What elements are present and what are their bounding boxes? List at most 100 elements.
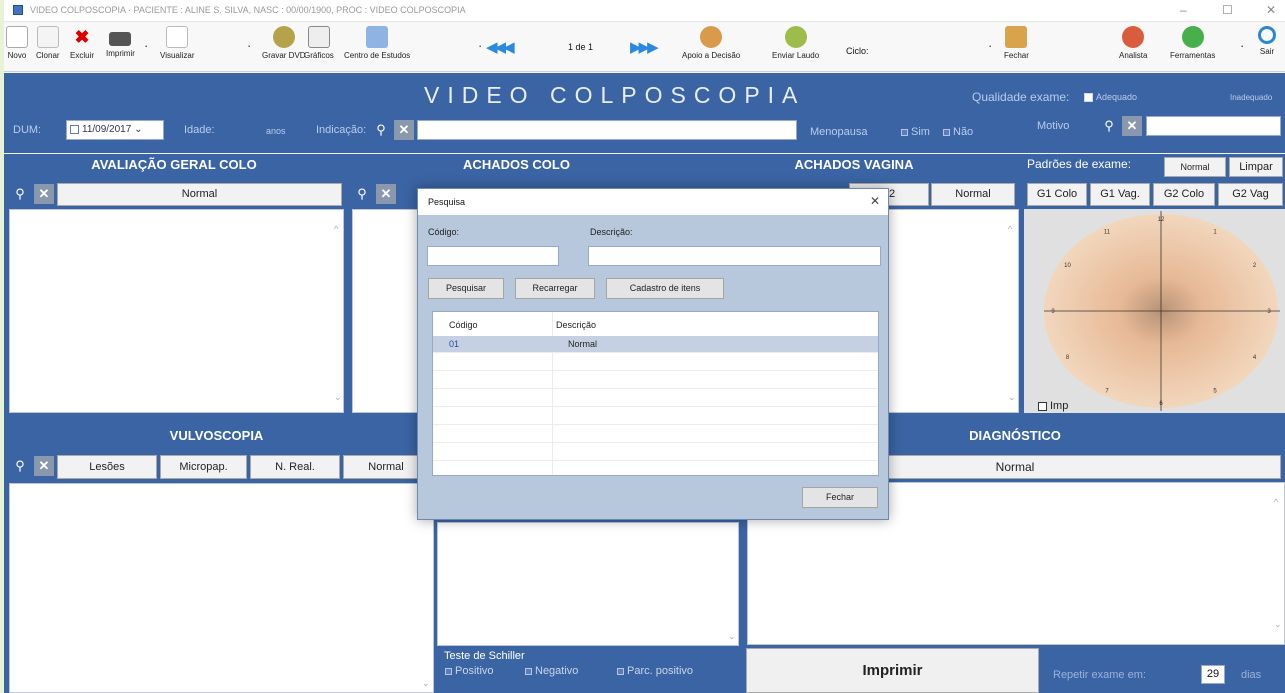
- padroes-label: Padrões de exame:: [1027, 157, 1132, 171]
- clear-icon[interactable]: ✕: [376, 184, 396, 204]
- study-center-icon: [366, 26, 389, 48]
- motivo-label: Motivo: [1037, 120, 1070, 132]
- maximize-button[interactable]: ☐: [1222, 3, 1233, 17]
- tab-g2-colo[interactable]: G2 Colo: [1153, 183, 1215, 206]
- excluir-button[interactable]: ✖ Excluir: [70, 26, 94, 60]
- novo-button[interactable]: Novo: [6, 26, 28, 60]
- clonar-button[interactable]: Clonar: [36, 26, 60, 60]
- dropdown-dot[interactable]: ·: [1240, 38, 1244, 53]
- clear-icon[interactable]: ✕: [34, 184, 54, 204]
- descricao-input[interactable]: [588, 246, 881, 266]
- schiller-positivo-radio[interactable]: Positivo: [442, 665, 494, 677]
- new-document-icon: [6, 26, 28, 48]
- anos-label: anos: [266, 126, 286, 136]
- search-icon[interactable]: ⚲: [371, 120, 391, 140]
- achados-text-area[interactable]: ⌄: [437, 522, 739, 646]
- dias-label: dias: [1241, 669, 1262, 681]
- menopausa-label: Menopausa: [810, 126, 868, 138]
- schiller-parcial-radio[interactable]: Parc. positivo: [614, 665, 693, 677]
- decision-support-icon: [700, 26, 723, 48]
- codigo-input[interactable]: [427, 246, 559, 266]
- dvd-icon: [272, 26, 295, 48]
- tab-lesoes[interactable]: Lesões: [57, 455, 157, 479]
- tools-icon: [1181, 26, 1204, 48]
- adequado-checkbox[interactable]: Adequado: [1084, 92, 1137, 103]
- gravar-dvd-button[interactable]: Gravar DVD: [262, 26, 306, 60]
- page-title: VIDEO COLPOSCOPIA: [424, 82, 806, 108]
- search-icon[interactable]: ⚲: [1099, 116, 1119, 136]
- ferramentas-button[interactable]: Ferramentas: [1170, 26, 1215, 60]
- apoio-decisao-button[interactable]: Apoio a Decisão: [682, 26, 740, 60]
- centro-estudos-button[interactable]: Centro de Estudos: [344, 26, 410, 60]
- dropdown-dot[interactable]: ·: [144, 38, 148, 53]
- first-page-icon[interactable]: ◀◀◀: [486, 38, 515, 56]
- clear-icon[interactable]: ✕: [34, 456, 54, 476]
- search-icon[interactable]: ⚲: [352, 184, 372, 204]
- indicacao-input[interactable]: [417, 120, 797, 140]
- imprimir-button[interactable]: Imprimir: [106, 26, 135, 58]
- menopausa-sim-radio[interactable]: Sim: [898, 126, 930, 138]
- pesquisar-button[interactable]: Pesquisar: [428, 278, 504, 299]
- padroes-normal-button[interactable]: Normal: [1164, 157, 1226, 177]
- next-page-icon[interactable]: ▶▶▶: [630, 38, 659, 56]
- dialog-close-icon[interactable]: ✕: [870, 194, 880, 208]
- analista-button[interactable]: Analista: [1119, 26, 1147, 60]
- graficos-button[interactable]: Gráficos: [304, 26, 334, 60]
- vulvoscopia-list[interactable]: ⌄: [9, 483, 434, 693]
- indicacao-label: Indicação:: [316, 124, 367, 136]
- avaliacao-list[interactable]: ^ ⌄: [9, 209, 344, 413]
- analyst-icon: [1122, 26, 1145, 48]
- imp-checkbox[interactable]: Imp: [1038, 400, 1068, 412]
- sair-button[interactable]: Sair: [1258, 26, 1276, 56]
- inadequado-option[interactable]: Inadequado: [1230, 93, 1272, 102]
- table-row[interactable]: 01 Normal: [433, 336, 878, 353]
- enviar-laudo-button[interactable]: Enviar Laudo: [772, 26, 819, 60]
- close-window-button[interactable]: ✕: [1266, 3, 1276, 17]
- motivo-input[interactable]: [1146, 116, 1281, 136]
- delete-icon: ✖: [74, 27, 90, 47]
- tab-g1-vag[interactable]: G1 Vag.: [1090, 183, 1150, 206]
- tab-g1-colo[interactable]: G1 Colo: [1027, 183, 1087, 206]
- dropdown-dot[interactable]: ·: [478, 38, 482, 53]
- visualizar-button[interactable]: Visualizar: [160, 26, 195, 60]
- grid-header-descricao: Descrição: [556, 320, 597, 330]
- vagina-normal-button[interactable]: Normal: [931, 183, 1015, 206]
- tab-n-real[interactable]: N. Real.: [250, 455, 340, 479]
- dropdown-dot[interactable]: ·: [988, 38, 992, 53]
- cervix-diagram-area[interactable]: 12 1 2 3 4 5 6 7 8 9 10 11: [1024, 209, 1285, 413]
- minimize-button[interactable]: –: [1180, 3, 1187, 17]
- menopausa-nao-radio[interactable]: Não: [940, 126, 973, 138]
- dum-label: DUM:: [13, 124, 42, 136]
- clear-icon[interactable]: ✕: [1122, 116, 1142, 136]
- dialog-title-bar: Pesquisa ✕: [418, 189, 888, 215]
- vulvoscopia-title: VULVOSCOPIA: [169, 428, 264, 443]
- avaliacao-normal-button[interactable]: Normal: [57, 183, 342, 206]
- page-indicator: 1 de 1: [568, 42, 594, 52]
- cervix-diagram[interactable]: 121234567891011: [1024, 209, 1285, 413]
- tab-g2-vag[interactable]: G2 Vag: [1218, 183, 1283, 206]
- achados-vagina-list[interactable]: ^ ⌄: [874, 209, 1019, 413]
- dropdown-dot[interactable]: ·: [247, 38, 251, 53]
- dum-date-picker[interactable]: 11/09/2017 ⌄: [66, 120, 164, 140]
- limpar-button[interactable]: Limpar: [1229, 157, 1283, 177]
- clock-label-11: 11: [1104, 229, 1111, 235]
- search-icon[interactable]: ⚲: [10, 184, 30, 204]
- fechar-dialog-button[interactable]: Fechar: [802, 487, 878, 508]
- pesquisa-dialog: Pesquisa ✕ Código: Descrição: Pesquisar …: [417, 188, 889, 520]
- schiller-negativo-radio[interactable]: Negativo: [522, 665, 578, 677]
- avaliacao-title: AVALIAÇÃO GERAL COLO: [91, 157, 257, 172]
- clear-icon[interactable]: ✕: [394, 120, 414, 140]
- results-grid[interactable]: Código Descrição 01 Normal: [432, 311, 879, 476]
- clock-label-10: 10: [1064, 263, 1071, 269]
- cadastro-itens-button[interactable]: Cadastro de itens: [606, 278, 724, 299]
- tab-micropap[interactable]: Micropap.: [160, 455, 247, 479]
- imprimir-button[interactable]: Imprimir: [746, 648, 1039, 693]
- clock-label-12: 12: [1158, 217, 1165, 223]
- search-icon[interactable]: ⚲: [10, 456, 30, 476]
- dialog-title: Pesquisa: [428, 197, 466, 207]
- app-window: VIDEO COLPOSCOPIA · PACIENTE : ALINE S. …: [4, 0, 1285, 693]
- fechar-button[interactable]: Fechar: [1004, 26, 1029, 60]
- descricao-label: Descrição:: [590, 227, 633, 237]
- repetir-dias-input[interactable]: 29: [1201, 665, 1225, 684]
- recarregar-button[interactable]: Recarregar: [515, 278, 595, 299]
